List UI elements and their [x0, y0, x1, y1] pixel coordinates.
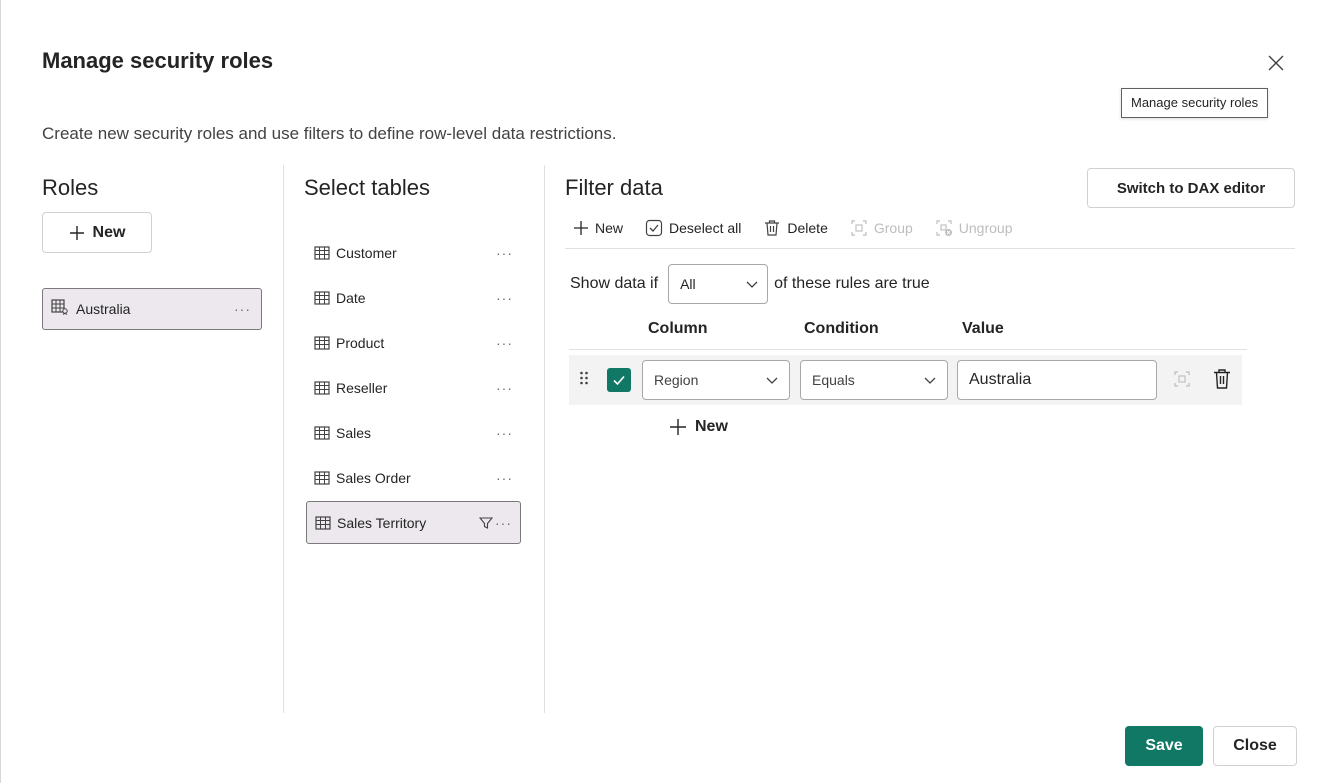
table-more-icon[interactable]: ··· [496, 245, 513, 261]
table-item-customer[interactable]: Customer ··· [306, 230, 521, 275]
rule-group-icon [1173, 370, 1191, 393]
table-item-label: Sales [336, 424, 372, 441]
role-table-icon [51, 298, 69, 320]
new-rule-button[interactable]: New [669, 418, 728, 436]
toolbar-ungroup-label: Ungroup [958, 220, 1013, 236]
rule-checkbox[interactable] [607, 368, 631, 392]
table-icon [314, 425, 330, 440]
toolbar-deselect-all-button[interactable]: Deselect all [645, 219, 741, 237]
header-divider [569, 349, 1247, 350]
show-data-row: Show data if All of these rules are true [570, 264, 930, 304]
toolbar-new-button[interactable]: New [573, 220, 623, 236]
role-more-icon[interactable]: ··· [234, 301, 251, 317]
drag-handle-icon[interactable] [579, 370, 589, 391]
table-item-label: Product [336, 334, 385, 351]
trash-icon [765, 220, 780, 236]
save-button[interactable]: Save [1125, 726, 1203, 766]
checkmark-icon [613, 375, 625, 386]
toolbar-new-label: New [595, 220, 624, 236]
column-divider [544, 165, 545, 713]
table-item-sales-territory[interactable]: Sales Territory ··· [306, 501, 521, 544]
table-list: Customer ··· Date ··· Product ··· Resell… [306, 230, 521, 544]
plus-icon [574, 221, 588, 235]
plus-icon [670, 419, 686, 435]
rule-column-value: Region [654, 372, 699, 388]
new-rule-label: New [695, 418, 728, 435]
table-icon [314, 245, 330, 260]
plus-icon [69, 225, 84, 240]
column-divider [283, 165, 284, 713]
table-more-icon[interactable]: ··· [496, 470, 513, 486]
match-mode-value: All [680, 276, 696, 292]
dialog-title: Manage security roles [42, 48, 274, 73]
table-item-label: Customer [336, 244, 397, 261]
rule-delete-icon[interactable] [1212, 368, 1232, 395]
show-data-suffix: of these rules are true [774, 275, 930, 292]
rule-condition-dropdown[interactable]: Equals [800, 360, 948, 400]
filter-icon [479, 516, 493, 529]
group-icon [851, 220, 867, 236]
table-more-icon[interactable]: ··· [496, 335, 513, 351]
table-item-product[interactable]: Product ··· [306, 320, 521, 365]
table-item-sales[interactable]: Sales ··· [306, 410, 521, 455]
table-more-icon[interactable]: ··· [496, 290, 513, 306]
toolbar-delete-label: Delete [787, 220, 828, 236]
rule-condition-value: Equals [812, 372, 855, 388]
table-icon [314, 470, 330, 485]
table-more-icon[interactable]: ··· [496, 380, 513, 396]
toolbar-ungroup-button[interactable]: Ungroup [935, 219, 1013, 237]
switch-to-dax-button[interactable]: Switch to DAX editor [1087, 168, 1295, 208]
table-item-sales-order[interactable]: Sales Order ··· [306, 455, 521, 500]
column-header-column: Column [648, 320, 708, 337]
close-tooltip: Manage security roles [1121, 88, 1269, 118]
close-icon[interactable] [1263, 50, 1289, 76]
filter-heading: Filter data [565, 175, 663, 200]
rule-column-dropdown[interactable]: Region [642, 360, 790, 400]
toolbar-deselect-all-label: Deselect all [669, 220, 742, 236]
chevron-down-icon [746, 281, 758, 288]
dialog-subtitle: Create new security roles and use filter… [42, 124, 617, 143]
table-icon [314, 335, 330, 350]
table-item-reseller[interactable]: Reseller ··· [306, 365, 521, 410]
toolbar-group-label: Group [873, 220, 913, 236]
table-icon [314, 290, 330, 305]
table-item-label: Sales Order [336, 469, 411, 486]
toolbar-delete-button[interactable]: Delete [763, 219, 828, 237]
table-icon [314, 380, 330, 395]
ungroup-icon [936, 220, 952, 236]
role-item-australia[interactable]: Australia ··· [42, 288, 262, 330]
table-icon [315, 515, 331, 530]
table-more-icon[interactable]: ··· [495, 515, 512, 531]
table-item-label: Date [336, 289, 366, 306]
match-mode-dropdown[interactable]: All [668, 264, 769, 304]
filter-rule-row: Region Equals [569, 355, 1242, 405]
table-item-date[interactable]: Date ··· [306, 275, 521, 320]
close-button[interactable]: Close [1213, 726, 1297, 766]
rule-value-input[interactable] [957, 360, 1157, 400]
new-role-button[interactable]: New [42, 212, 152, 253]
toolbar-divider [565, 248, 1295, 249]
tables-heading: Select tables [304, 175, 430, 200]
toolbar-group-button[interactable]: Group [850, 219, 913, 237]
filter-toolbar: New Deselect all Delete Group Ungroup [573, 214, 1034, 242]
chevron-down-icon [924, 377, 936, 384]
chevron-down-icon [766, 377, 778, 384]
column-header-value: Value [962, 320, 1004, 337]
roles-heading: Roles [42, 175, 99, 200]
table-item-label: Reseller [336, 379, 388, 396]
table-more-icon[interactable]: ··· [496, 425, 513, 441]
new-role-label: New [92, 223, 126, 241]
show-data-prefix: Show data if [570, 275, 659, 292]
table-item-label: Sales Territory [337, 514, 427, 531]
manage-security-roles-dialog: Manage security roles Manage security ro… [0, 0, 1336, 783]
column-header-condition: Condition [804, 320, 879, 337]
role-item-label: Australia [76, 301, 131, 317]
checkbox-icon [645, 219, 663, 237]
